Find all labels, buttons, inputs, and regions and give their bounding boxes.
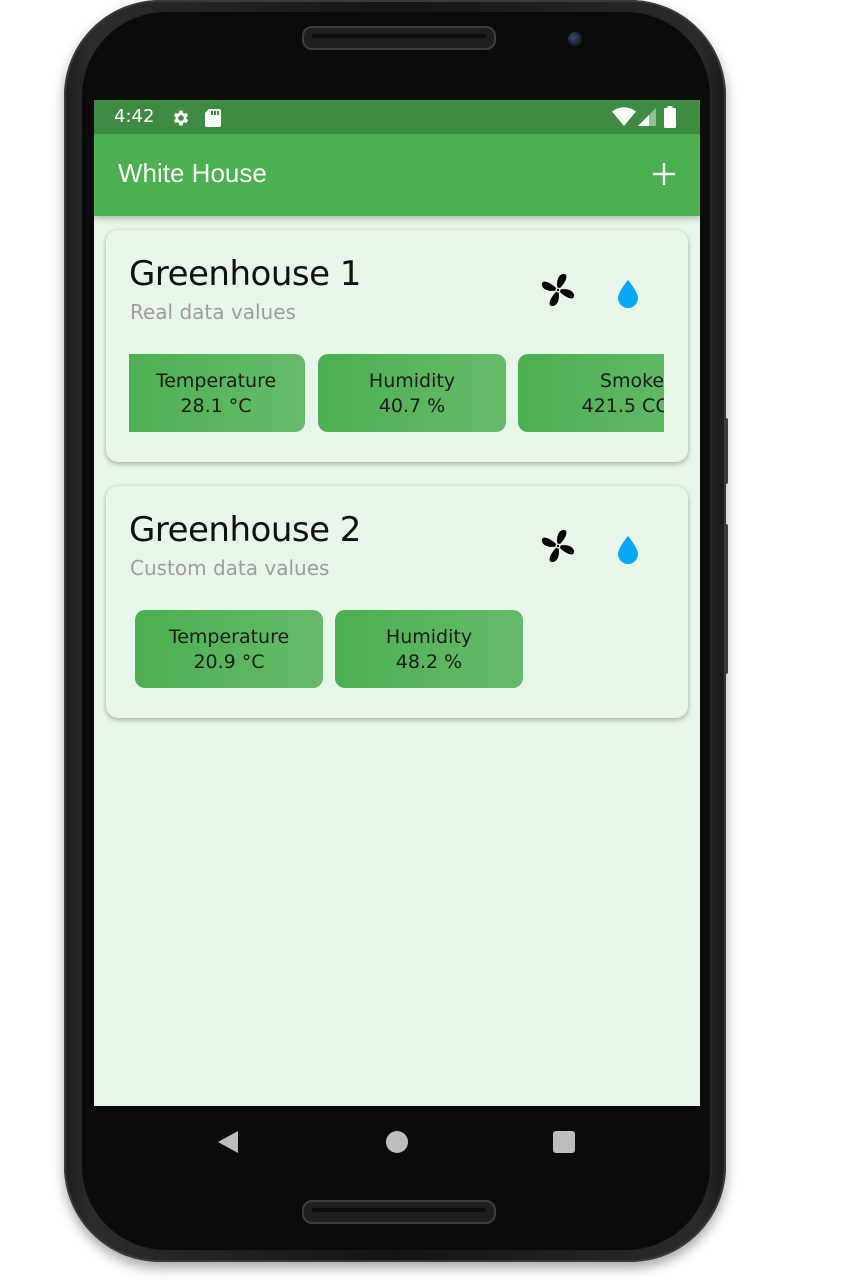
- sd-card-icon: [205, 109, 221, 127]
- nav-back-button[interactable]: [216, 1130, 238, 1154]
- reading-value: 48.2 %: [395, 651, 463, 673]
- front-camera: [568, 32, 582, 46]
- top-speaker: [302, 26, 496, 50]
- gear-icon: [173, 110, 189, 126]
- reading-label: Temperature: [155, 370, 277, 392]
- greenhouse-subtitle: Real data values: [130, 300, 296, 324]
- reading-tile-humidity: Humidity 48.2 %: [335, 610, 523, 688]
- wifi-icon: [612, 107, 636, 126]
- power-button: [724, 524, 728, 674]
- water-drop-icon: [618, 280, 638, 308]
- nav-recents-button[interactable]: [553, 1131, 575, 1153]
- nav-home-button[interactable]: [386, 1131, 408, 1153]
- fan-toggle-button[interactable]: [540, 272, 576, 308]
- greenhouse-name: Greenhouse 2: [129, 510, 361, 550]
- greenhouse-card[interactable]: Greenhouse 2 Custom data values Temperat…: [106, 486, 688, 718]
- reading-label: Smoke: [599, 370, 664, 392]
- reading-label: Humidity: [368, 370, 456, 392]
- reading-tile-temperature: Temperature 28.1 °C: [129, 354, 305, 432]
- volume-button: [724, 418, 728, 484]
- reading-tiles: Temperature 20.9 °C Humidity 48.2 %: [129, 610, 664, 688]
- greenhouse-name: Greenhouse 1: [129, 254, 361, 294]
- reading-tile-humidity: Humidity 40.7 %: [318, 354, 506, 432]
- status-bar: 4:42: [94, 100, 700, 134]
- reading-tiles: Temperature 28.1 °C Humidity 40.7 % Smok…: [129, 354, 664, 432]
- fan-icon: [541, 273, 575, 307]
- greenhouse-subtitle: Custom data values: [130, 556, 330, 580]
- add-greenhouse-button[interactable]: [650, 160, 678, 188]
- reading-value: 40.7 %: [378, 395, 446, 417]
- reading-label: Humidity: [385, 626, 473, 648]
- reading-value: 28.1 °C: [180, 395, 252, 417]
- screen: 4:42 White House Greenhouse 1 Real data …: [94, 100, 700, 1106]
- reading-value: 20.9 °C: [193, 651, 265, 673]
- battery-icon: [664, 106, 676, 128]
- back-icon: [218, 1131, 238, 1153]
- plus-icon: [653, 163, 675, 185]
- cell-signal-icon: [638, 108, 656, 126]
- watering-toggle-button[interactable]: [616, 278, 640, 308]
- water-drop-icon: [618, 536, 638, 564]
- reading-tile-smoke: Smoke 421.5 CO2: [518, 354, 664, 432]
- watering-toggle-button[interactable]: [616, 534, 640, 564]
- status-time: 4:42: [114, 106, 155, 127]
- reading-tile-temperature: Temperature 20.9 °C: [135, 610, 323, 688]
- bottom-speaker: [302, 1200, 496, 1224]
- app-bar: White House: [94, 134, 700, 216]
- fan-toggle-button[interactable]: [540, 528, 576, 564]
- greenhouse-card[interactable]: Greenhouse 1 Real data values Temperatur…: [106, 230, 688, 462]
- reading-value: 421.5 CO2: [581, 395, 664, 417]
- reading-label: Temperature: [168, 626, 290, 648]
- fan-icon: [541, 529, 575, 563]
- app-title: White House: [118, 158, 267, 188]
